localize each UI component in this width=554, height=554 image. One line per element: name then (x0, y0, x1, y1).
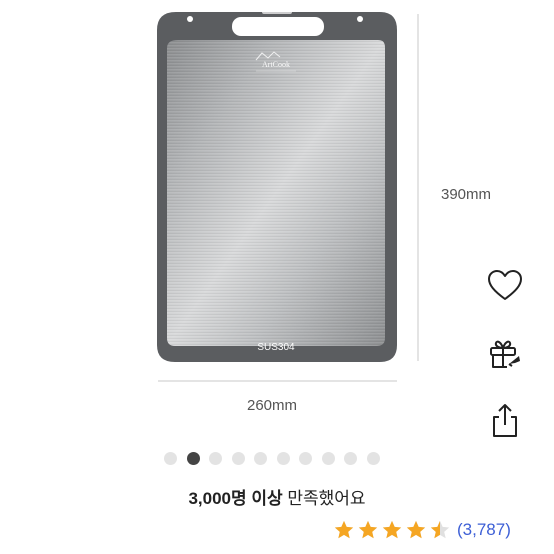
rating-summary[interactable]: (3,787) (333, 516, 511, 544)
width-dimension-label: 260mm (247, 397, 298, 414)
carousel-dot[interactable] (299, 452, 312, 465)
plate-label: SUS304 (257, 342, 295, 353)
satisfaction-count: 3,000명 이상 (188, 489, 283, 508)
heart-icon (488, 270, 522, 300)
carousel-dot[interactable] (231, 452, 245, 465)
carousel-dot[interactable] (366, 452, 380, 465)
gift-icon (490, 340, 520, 368)
carousel-dot[interactable] (344, 452, 357, 465)
star-full-icon (358, 520, 378, 539)
star-full-icon (334, 520, 354, 539)
star-half-icon (430, 520, 450, 539)
satisfaction-text: 만족했어요 (287, 489, 366, 508)
carousel-dot[interactable] (276, 452, 290, 465)
product-image: ArtCook SUS304 (157, 10, 419, 382)
carousel-dot[interactable] (186, 452, 200, 465)
brand-name: ArtCook (262, 60, 290, 69)
height-dimension-label: 390mm (441, 186, 492, 203)
carousel-dot[interactable] (321, 452, 335, 465)
carousel-indicator (164, 452, 380, 466)
review-count-link[interactable]: (3,787) (457, 520, 511, 540)
rating-stars (333, 519, 451, 541)
star-full-icon (382, 520, 402, 539)
gift-button[interactable] (485, 335, 525, 375)
carousel-dot[interactable] (209, 452, 222, 465)
share-button[interactable] (485, 401, 525, 441)
wishlist-button[interactable] (485, 266, 525, 306)
cutting-board: ArtCook SUS304 (157, 10, 397, 362)
carousel-dot[interactable] (164, 452, 177, 465)
share-icon (493, 404, 517, 437)
star-full-icon (406, 520, 426, 539)
satisfaction-summary: 3,000명 이상 만족했어요 (0, 484, 554, 509)
carousel-dot[interactable] (254, 452, 267, 465)
